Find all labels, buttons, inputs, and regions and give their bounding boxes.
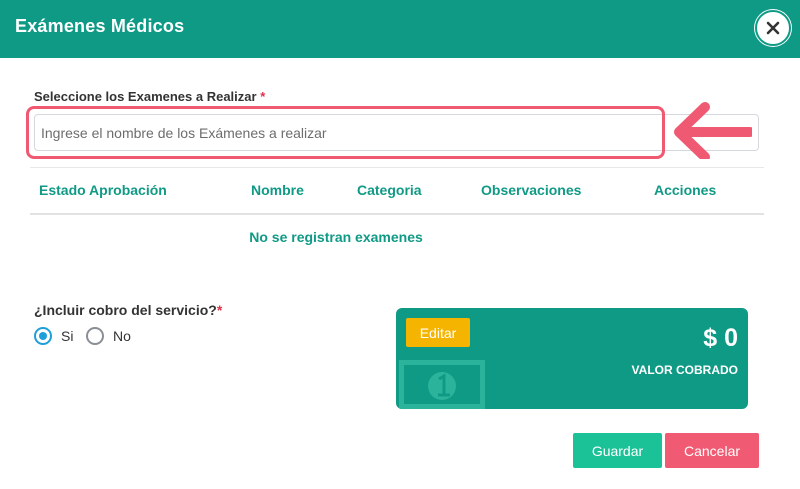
money-bill-icon [399, 360, 485, 409]
exam-search-label-text: Seleccione los Examenes a Realizar [34, 89, 257, 104]
charge-question-text: ¿Incluir cobro del servicio? [34, 302, 217, 318]
close-icon [766, 21, 780, 35]
radio-no[interactable] [86, 327, 104, 345]
radio-label-si: Si [61, 328, 74, 344]
close-button[interactable] [755, 10, 791, 46]
column-header-acciones: Acciones [654, 182, 717, 198]
modal-header: Exámenes Médicos [0, 0, 800, 58]
amount-caption: VALOR COBRADO [631, 363, 738, 377]
radio-si[interactable] [34, 327, 52, 345]
column-header-estado: Estado Aprobación [39, 182, 167, 198]
payment-card: Editar $ 0 VALOR COBRADO [396, 308, 748, 409]
modal-title: Exámenes Médicos [15, 16, 185, 36]
save-button[interactable]: Guardar [573, 433, 662, 468]
column-header-observaciones: Observaciones [481, 182, 582, 198]
radio-label-no: No [113, 328, 131, 344]
exam-search-label: Seleccione los Examenes a Realizar * [34, 89, 265, 104]
charge-question-label: ¿Incluir cobro del servicio?* [34, 302, 222, 318]
required-mark: * [260, 89, 266, 104]
exam-search-input[interactable] [34, 114, 759, 151]
empty-table-message: No se registran examenes [249, 229, 423, 245]
column-header-nombre: Nombre [251, 182, 304, 198]
radio-option-no[interactable]: No [86, 327, 131, 345]
edit-button[interactable]: Editar [406, 318, 470, 347]
table-header-divider [30, 213, 764, 215]
radio-option-si[interactable]: Si [34, 327, 73, 345]
divider [30, 167, 764, 168]
column-header-categoria: Categoria [357, 182, 422, 198]
cancel-button[interactable]: Cancelar [665, 433, 759, 468]
required-mark: * [216, 302, 223, 318]
amount-value: $ 0 [703, 324, 738, 352]
